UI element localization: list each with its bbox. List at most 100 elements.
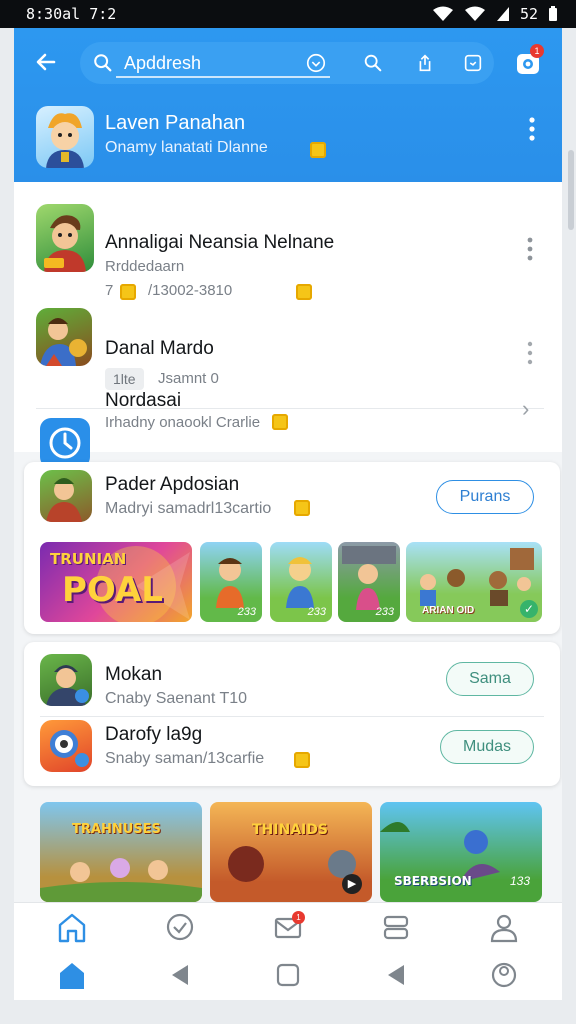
list-item-icon[interactable] — [40, 654, 92, 706]
search-bar[interactable]: Apddresh — [80, 42, 494, 84]
list-item-icon[interactable] — [40, 418, 90, 468]
scrollbar-thumb[interactable] — [568, 150, 574, 230]
list-item-icon[interactable] — [40, 720, 92, 772]
list-item-icon[interactable] — [36, 308, 92, 366]
play-icon[interactable]: ▶ — [342, 874, 362, 894]
home-square-icon[interactable] — [268, 957, 308, 993]
wifi-icon — [432, 6, 453, 21]
camera-button[interactable]: 1 — [514, 44, 544, 78]
install-button-label: Mudas — [462, 738, 512, 755]
system-bar — [0, 1000, 576, 1024]
search-icon — [94, 54, 112, 72]
featured-app-subtitle: Onamy lanatati Dlanne — [105, 139, 268, 156]
clock-app-icon — [49, 427, 81, 459]
featured-screenshot[interactable]: SBERBSION 133 — [380, 802, 542, 902]
search-small-icon[interactable] — [362, 52, 384, 74]
account-icon[interactable] — [484, 957, 524, 993]
game-screenshot[interactable]: 233 — [338, 542, 400, 622]
list-item-subtitle: Rrddedaarn — [105, 258, 185, 275]
promo-app-icon[interactable] — [40, 470, 92, 522]
more-options-icon[interactable] — [522, 116, 542, 142]
screenshot-label: 233 — [375, 606, 394, 618]
voice-icon[interactable] — [305, 52, 327, 74]
download-icon[interactable] — [462, 52, 484, 74]
battery-icon — [549, 6, 557, 21]
screenshot-caption: SBERBSION — [394, 874, 472, 888]
screenshot-label: 233 — [307, 606, 326, 618]
list-item-title: Annaligai Neansia Nelnane — [105, 232, 335, 253]
profile-icon[interactable] — [484, 909, 524, 945]
install-button[interactable]: Mudas — [440, 730, 534, 764]
promo-card: Pader Apdosian Madryi samadrl13cartio Pu… — [24, 462, 560, 634]
bottom-navigation: 1 — [14, 902, 562, 1000]
status-bar: 8:30al 7:2 52 — [0, 0, 576, 28]
promo-subtitle: Madryi samadrl13cartio — [105, 500, 272, 517]
game-scene-icon — [40, 858, 202, 902]
promo-title: Pader Apdosian — [105, 474, 240, 495]
list-item-title: Danal Mardo — [105, 338, 214, 359]
notification-badge: 1 — [292, 911, 305, 924]
check-circle-icon[interactable] — [160, 909, 200, 945]
battery-percent: 52 — [519, 5, 538, 23]
game-screenshot[interactable]: ARIAN OID ✓ — [406, 542, 542, 622]
list-item-title: Nordasai — [105, 390, 182, 411]
library-icon[interactable] — [376, 909, 416, 945]
coin-icon — [294, 500, 310, 516]
install-button[interactable]: Sama — [446, 662, 534, 696]
game-character-icon — [44, 215, 86, 272]
back-triangle-icon[interactable] — [376, 957, 416, 993]
list-item-meta: Jsamnt 0 — [158, 370, 219, 387]
cell-signal-icon — [496, 7, 509, 21]
list-item-meta-value: /13002-3810 — [148, 282, 233, 299]
back-button[interactable] — [32, 48, 60, 76]
banner-word: POAL — [62, 570, 163, 610]
search-input[interactable]: Apddresh — [124, 53, 284, 74]
list-item-meta: 7 — [105, 282, 114, 299]
app-list: Annaligai Neansia Nelnane Rrddedaarn 7 /… — [14, 182, 562, 468]
featured-app-title: Laven Panahan — [105, 112, 246, 134]
screenshot-caption: TRAHNUSES — [72, 822, 161, 837]
chevron-right-icon[interactable]: › — [522, 396, 529, 422]
coin-icon — [310, 142, 326, 158]
featured-screenshot[interactable]: TRAHNUSES — [40, 802, 202, 902]
signal-icon — [464, 6, 485, 21]
back-arrow-icon — [36, 53, 56, 71]
app-pair-card: Mokan Cnaby Saenant T10 Sama Darofy la9g… — [24, 642, 560, 786]
more-options-icon[interactable] — [520, 340, 540, 366]
status-icons: 52 — [432, 5, 558, 23]
game-adventure-icon — [40, 318, 87, 366]
game-screenshot[interactable]: 233 — [200, 542, 262, 622]
list-item-title: Mokan — [105, 664, 163, 685]
coin-icon — [120, 284, 136, 300]
game-screenshot[interactable]: 233 — [270, 542, 332, 622]
game-hero-icon — [46, 478, 82, 522]
screenshot-label: 233 — [237, 606, 256, 618]
home-icon[interactable] — [52, 909, 92, 945]
screenshot-label: ARIAN OID — [422, 605, 475, 616]
status-time: 8:30al 7:2 — [26, 5, 117, 23]
list-item-subtitle: Irhadny onaookl Crarlie — [105, 414, 261, 431]
list-item-title: Darofy la9g — [105, 724, 203, 745]
list-item-icon[interactable] — [36, 204, 94, 272]
app-screen: Apddresh 1 Laven Panahan Onamy lanatati … — [14, 28, 562, 1000]
screenshot-caption: THINAIDS — [252, 822, 328, 838]
home-filled-icon[interactable] — [52, 957, 92, 993]
coin-icon — [294, 752, 310, 768]
list-item-subtitle: Cnaby Saenant T10 — [105, 690, 248, 707]
coin-icon — [296, 284, 312, 300]
notification-badge: 1 — [530, 44, 544, 58]
list-item-subtitle: Snaby saman/13carfie — [105, 750, 265, 767]
tag-chip: 1lte — [105, 368, 144, 390]
share-icon[interactable] — [414, 52, 436, 74]
featured-screenshot[interactable]: THINAIDS ▶ — [210, 802, 372, 902]
search-underline — [116, 76, 330, 78]
coin-icon — [272, 414, 288, 430]
back-triangle-icon[interactable] — [160, 957, 200, 993]
messages-tab[interactable]: 1 — [268, 909, 308, 945]
banner-title: TRUNIAN — [50, 550, 127, 568]
purchase-button[interactable]: Purans — [436, 480, 534, 514]
mascot-character-icon — [50, 730, 89, 767]
more-options-icon[interactable] — [520, 236, 540, 262]
promo-banner[interactable]: TRUNIAN POAL — [40, 542, 192, 622]
featured-app-icon[interactable] — [36, 106, 94, 168]
